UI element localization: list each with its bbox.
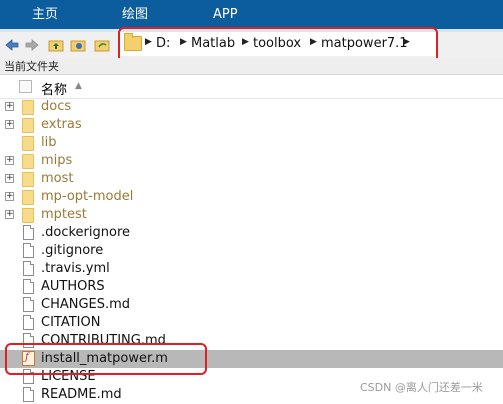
file-name: README.md	[41, 387, 122, 402]
file-name: mptest	[41, 207, 87, 222]
file-icon	[23, 279, 34, 294]
expand-icon[interactable]: +	[5, 192, 14, 201]
file-name: extras	[41, 117, 82, 132]
folder-icon	[22, 118, 34, 133]
file-row[interactable]: + extras	[0, 116, 503, 134]
select-all-checkbox[interactable]	[19, 80, 32, 93]
file-row[interactable]: .dockerignore	[0, 224, 503, 242]
file-name: mp-opt-model	[41, 189, 134, 204]
browse-folder-icon[interactable]	[70, 37, 86, 53]
file-name: CITATION	[41, 315, 101, 330]
folder-icon	[22, 208, 34, 223]
file-row[interactable]: + most	[0, 170, 503, 188]
folder-icon	[22, 100, 34, 115]
file-row[interactable]: + mp-opt-model	[0, 188, 503, 206]
expand-icon[interactable]: +	[5, 120, 14, 129]
file-row[interactable]: lib	[0, 134, 503, 152]
sort-up-icon[interactable]: ▲	[75, 81, 82, 91]
watermark: CSDN @离人门还差一米	[360, 381, 483, 394]
file-row[interactable]: CITATION	[0, 314, 503, 332]
expand-icon[interactable]: +	[5, 156, 14, 165]
file-icon	[23, 261, 34, 276]
expand-icon[interactable]: +	[5, 102, 14, 111]
current-folder-title: 当前文件夹	[0, 58, 503, 75]
expand-icon[interactable]: +	[5, 174, 14, 183]
file-icon	[23, 225, 34, 240]
file-name: lib	[41, 135, 57, 150]
file-row[interactable]: .gitignore	[0, 242, 503, 260]
tab-home[interactable]: 主页	[32, 0, 58, 29]
file-row[interactable]: + docs	[0, 98, 503, 116]
file-row[interactable]: CHANGES.md	[0, 296, 503, 314]
file-name: docs	[41, 99, 72, 114]
file-name: CHANGES.md	[41, 297, 131, 312]
file-row[interactable]: + mptest	[0, 206, 503, 224]
ribbon-bar: 主页 绘图 APP	[0, 0, 503, 29]
file-icon	[23, 243, 34, 258]
file-name: .dockerignore	[41, 225, 131, 240]
file-row[interactable]: + mips	[0, 152, 503, 170]
folder-icon	[22, 190, 34, 205]
tab-apps[interactable]: APP	[213, 0, 238, 29]
file-name: .gitignore	[41, 243, 104, 258]
file-icon	[23, 297, 34, 312]
file-name: mips	[41, 153, 73, 168]
file-name: AUTHORS	[41, 279, 105, 294]
forward-arrow-icon[interactable]	[24, 37, 40, 53]
folder-icon	[22, 136, 34, 151]
tab-plots[interactable]: 绘图	[122, 0, 148, 29]
file-icon	[23, 315, 34, 330]
column-header: 名称 ▲	[0, 76, 503, 99]
file-name: most	[41, 171, 74, 186]
folder-icon	[22, 172, 34, 187]
highlight-install-box	[5, 343, 207, 375]
expand-icon[interactable]: +	[5, 210, 14, 219]
folder-icon	[22, 154, 34, 169]
file-row[interactable]: .travis.yml	[0, 260, 503, 278]
column-name-header[interactable]: 名称	[41, 79, 67, 98]
refresh-folder-icon[interactable]	[94, 37, 110, 53]
up-folder-icon[interactable]	[48, 37, 64, 53]
file-row[interactable]: AUTHORS	[0, 278, 503, 296]
file-name: .travis.yml	[41, 261, 110, 276]
file-icon	[23, 387, 34, 402]
back-arrow-icon[interactable]	[4, 37, 20, 53]
